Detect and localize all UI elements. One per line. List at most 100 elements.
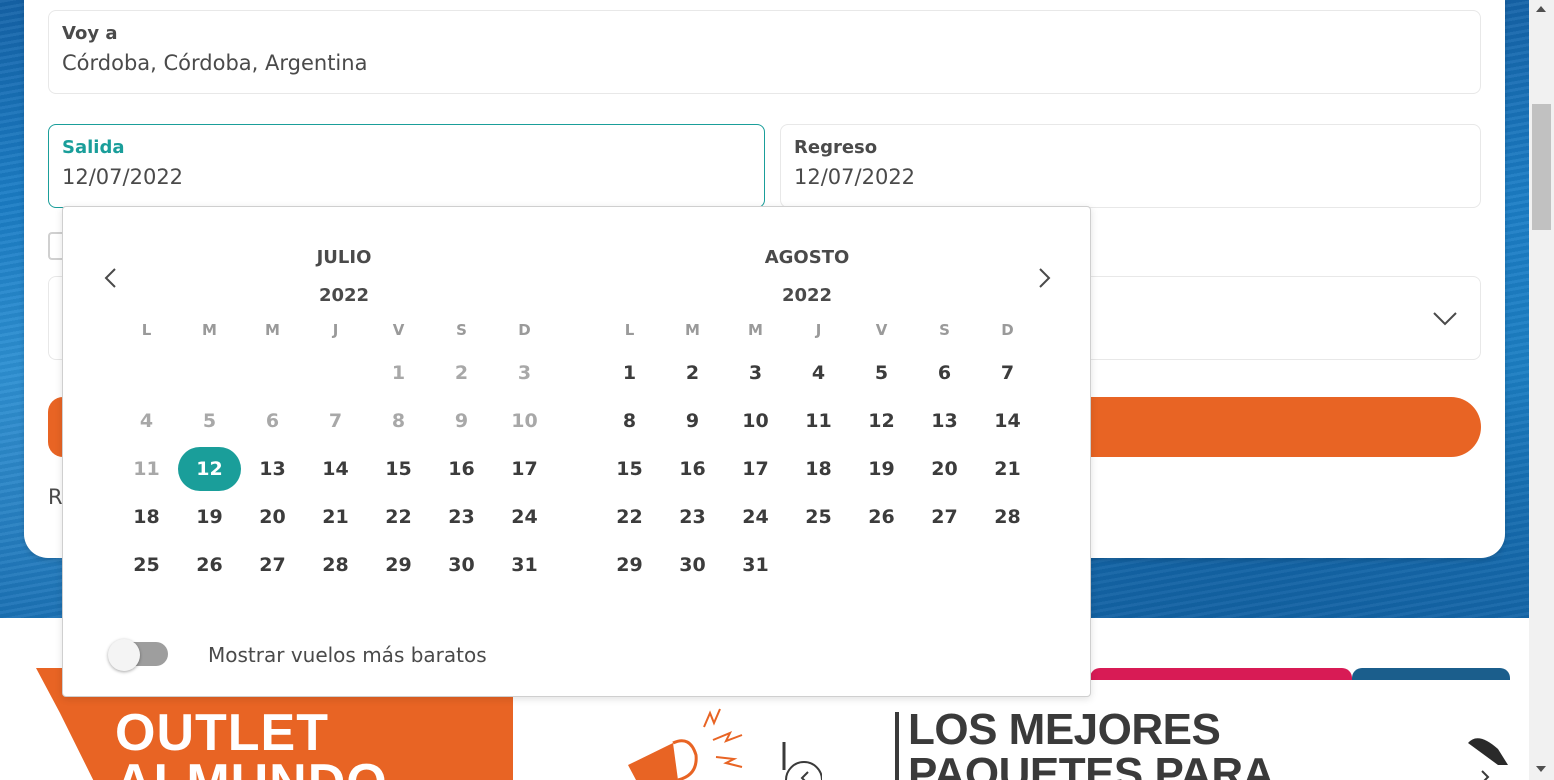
day-cell[interactable]: 11 xyxy=(787,399,850,443)
day-cell[interactable]: 27 xyxy=(913,495,976,539)
day-cell[interactable]: 19 xyxy=(178,495,241,539)
destination-label: Voy a xyxy=(62,23,118,44)
day-cell[interactable]: 17 xyxy=(724,447,787,491)
day-cell[interactable]: 2 xyxy=(661,351,724,395)
day-cell[interactable]: 25 xyxy=(787,495,850,539)
scroll-up-icon[interactable] xyxy=(1536,6,1546,12)
day-cell[interactable]: 1 xyxy=(598,351,661,395)
day-cell[interactable]: 13 xyxy=(913,399,976,443)
day-cell[interactable]: 13 xyxy=(241,447,304,491)
next-month-icon[interactable] xyxy=(1032,263,1056,293)
day-cell[interactable]: 24 xyxy=(724,495,787,539)
scrollbar-thumb[interactable] xyxy=(1532,104,1551,230)
day-cell[interactable]: 6 xyxy=(913,351,976,395)
day-cell[interactable]: 7 xyxy=(976,351,1039,395)
day-cell[interactable]: 17 xyxy=(493,447,556,491)
day-cell[interactable]: 12 xyxy=(850,399,913,443)
day-number: 31 xyxy=(511,554,538,576)
departure-label: Salida xyxy=(62,137,125,158)
day-number: 25 xyxy=(133,554,160,576)
packages-banner-text: LOS MEJORES PAQUETES PARA xyxy=(908,705,1274,780)
day-number: 19 xyxy=(868,458,895,480)
day-cell[interactable]: 29 xyxy=(367,543,430,587)
day-cell[interactable]: 10 xyxy=(724,399,787,443)
day-cell[interactable]: 4 xyxy=(787,351,850,395)
day-cell[interactable]: 22 xyxy=(598,495,661,539)
departure-date-field[interactable]: Salida 12/07/2022 xyxy=(48,124,765,208)
return-date-field[interactable]: Regreso 12/07/2022 xyxy=(780,124,1481,208)
day-number: 5 xyxy=(202,410,217,432)
day-cell[interactable]: 31 xyxy=(493,543,556,587)
month-name: JULIO xyxy=(316,247,372,268)
day-cell[interactable]: 27 xyxy=(241,543,304,587)
day-cell[interactable]: 15 xyxy=(598,447,661,491)
day-cell[interactable]: 25 xyxy=(115,543,178,587)
day-cell[interactable]: 21 xyxy=(976,447,1039,491)
day-number: 27 xyxy=(259,554,286,576)
passengers-field[interactable] xyxy=(1090,276,1481,360)
day-number: 18 xyxy=(805,458,832,480)
week-row: 29 30 31 xyxy=(598,543,1039,587)
day-cell[interactable]: 29 xyxy=(598,543,661,587)
day-cell[interactable]: 14 xyxy=(304,447,367,491)
carousel-prev-icon[interactable] xyxy=(782,740,822,780)
day-number: 11 xyxy=(805,410,832,432)
day-cell[interactable]: 8 xyxy=(598,399,661,443)
day-number: 3 xyxy=(517,362,532,384)
weekday-header-row: LMMJVSD xyxy=(115,321,556,339)
day-number: 6 xyxy=(265,410,280,432)
day-cell[interactable]: 23 xyxy=(430,495,493,539)
scroll-down-icon[interactable] xyxy=(1536,766,1546,772)
date-picker-popup: JULIO 2022 AGOSTO 2022 LMMJVSD1234567891… xyxy=(62,206,1091,697)
weekday-label: M xyxy=(202,321,217,339)
selected-day[interactable]: 12 xyxy=(178,447,241,491)
day-cell[interactable]: 21 xyxy=(304,495,367,539)
empty-day-cell xyxy=(787,543,850,587)
day-number: 5 xyxy=(874,362,889,384)
cheapest-flights-toggle[interactable] xyxy=(108,639,168,671)
day-cell: 10 xyxy=(493,399,556,443)
month-year: 2022 xyxy=(318,285,370,306)
search-button-edge[interactable] xyxy=(48,397,63,457)
week-row: 4 5 6 7 8 9 10 xyxy=(115,399,556,443)
day-cell[interactable]: 30 xyxy=(661,543,724,587)
day-cell[interactable]: 26 xyxy=(178,543,241,587)
day-cell[interactable]: 23 xyxy=(661,495,724,539)
partial-text: R xyxy=(48,485,63,509)
empty-day-cell xyxy=(976,543,1039,587)
day-cell[interactable]: 9 xyxy=(661,399,724,443)
day-cell[interactable]: 20 xyxy=(913,447,976,491)
day-number: 2 xyxy=(685,362,700,384)
day-cell[interactable]: 15 xyxy=(367,447,430,491)
previous-month-icon[interactable] xyxy=(99,263,123,293)
day-cell[interactable]: 31 xyxy=(724,543,787,587)
carousel-next-icon[interactable] xyxy=(1468,735,1508,780)
day-cell[interactable]: 28 xyxy=(304,543,367,587)
day-cell[interactable]: 16 xyxy=(430,447,493,491)
day-cell[interactable]: 24 xyxy=(493,495,556,539)
day-number: 13 xyxy=(931,410,958,432)
day-cell[interactable]: 20 xyxy=(241,495,304,539)
search-button[interactable] xyxy=(1090,397,1481,457)
day-cell[interactable]: 14 xyxy=(976,399,1039,443)
day-cell[interactable]: 18 xyxy=(787,447,850,491)
passengers-field-edge[interactable] xyxy=(48,276,63,360)
day-cell[interactable]: 26 xyxy=(850,495,913,539)
cheapest-flights-label: Mostrar vuelos más baratos xyxy=(208,643,487,667)
day-cell[interactable]: 22 xyxy=(367,495,430,539)
day-cell[interactable]: 30 xyxy=(430,543,493,587)
day-cell[interactable]: 5 xyxy=(850,351,913,395)
day-number: 1 xyxy=(391,362,406,384)
day-number: 16 xyxy=(679,458,706,480)
day-number: 27 xyxy=(931,506,958,528)
day-cell[interactable]: 16 xyxy=(661,447,724,491)
chevron-down-icon[interactable] xyxy=(1432,308,1458,328)
day-cell[interactable]: 3 xyxy=(724,351,787,395)
empty-day-cell xyxy=(304,351,367,395)
day-cell[interactable]: 19 xyxy=(850,447,913,491)
day-cell[interactable]: 18 xyxy=(115,495,178,539)
day-cell[interactable]: 28 xyxy=(976,495,1039,539)
destination-field[interactable]: Voy a Córdoba, Córdoba, Argentina xyxy=(48,10,1481,94)
day-number: 21 xyxy=(994,458,1021,480)
day-number: 26 xyxy=(196,554,223,576)
